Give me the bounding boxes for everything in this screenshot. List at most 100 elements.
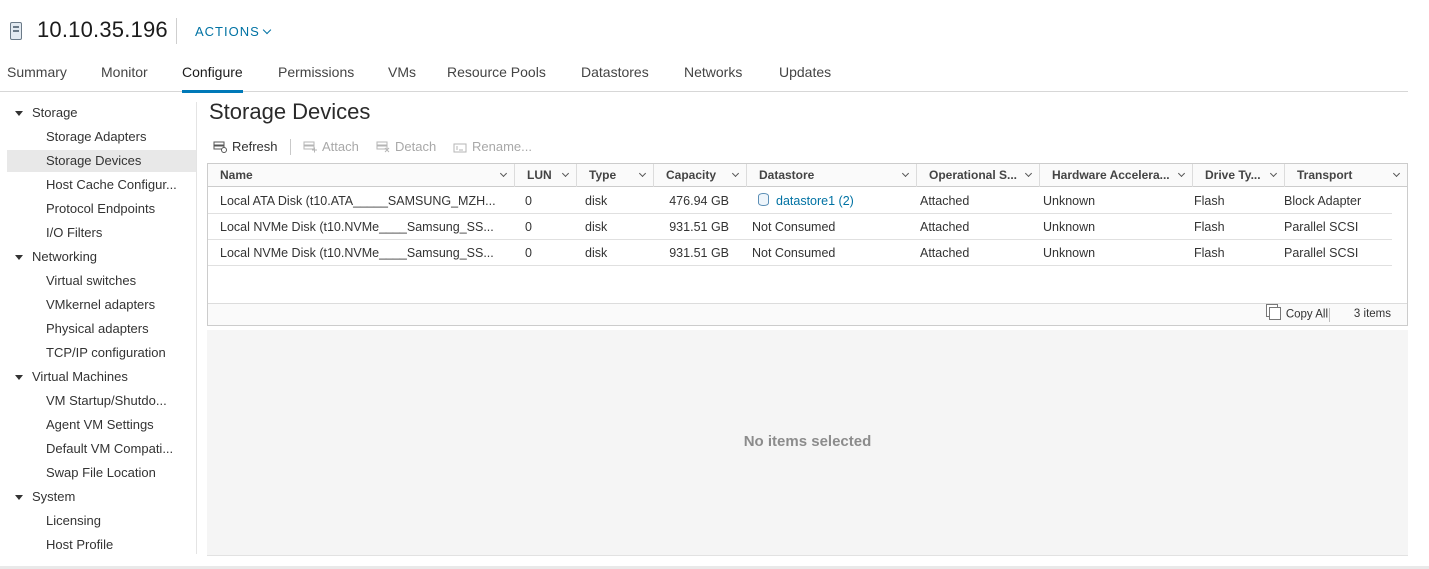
column-header-transport[interactable]: Transport <box>1285 164 1407 187</box>
sidebar-item-storage-adapters[interactable]: Storage Adapters <box>7 126 196 148</box>
column-header-lun[interactable]: LUN <box>515 164 577 187</box>
detach-label: Detach <box>395 139 437 154</box>
attach-label: Attach <box>322 139 359 154</box>
caret-down-icon <box>15 495 23 500</box>
table-row[interactable]: Local NVMe Disk (t10.NVMe____Samsung_SS.… <box>208 214 1392 240</box>
tab-datastores[interactable]: Datastores <box>581 64 649 90</box>
chevron-down-icon <box>1269 169 1278 178</box>
chevron-down-icon <box>731 169 740 178</box>
table-row[interactable]: Local NVMe Disk (t10.NVMe____Samsung_SS.… <box>208 240 1392 266</box>
cell-lun: 0 <box>525 194 532 208</box>
cell-capacity: 476.94 GB <box>669 194 729 208</box>
tab-networks[interactable]: Networks <box>684 64 742 90</box>
title-divider <box>176 18 177 44</box>
cell-lun: 0 <box>525 220 532 234</box>
chevron-down-icon <box>1024 169 1033 178</box>
chevron-down-icon <box>1177 169 1186 178</box>
chevron-down-icon <box>561 169 570 178</box>
chevron-down-icon <box>1392 169 1401 178</box>
cell-hardware-acceleration: Unknown <box>1043 246 1096 260</box>
header: 10.10.35.196 ACTIONS <box>0 0 1429 60</box>
sidebar-item-io-filters[interactable]: I/O Filters <box>7 222 196 244</box>
cell-operational-state: Attached <box>920 194 970 208</box>
column-header-drive-type[interactable]: Drive Ty... <box>1193 164 1285 187</box>
cell-name: Local NVMe Disk (t10.NVMe____Samsung_SS.… <box>220 220 494 234</box>
sidebar-group-virtual-machines[interactable]: Virtual Machines <box>7 366 196 388</box>
sidebar-item-agent-vm-settings[interactable]: Agent VM Settings <box>7 414 196 436</box>
sidebar-item-protocol-endpoints[interactable]: Protocol Endpoints <box>7 198 196 220</box>
cell-type: disk <box>585 246 608 260</box>
tab-configure[interactable]: Configure <box>182 64 243 93</box>
column-header-capacity[interactable]: Capacity <box>654 164 747 187</box>
datastore-link[interactable]: datastore1 (2) <box>776 194 854 208</box>
cell-transport: Parallel SCSI <box>1284 246 1359 260</box>
cell-operational-state: Attached <box>920 246 970 260</box>
sidebar-group-networking[interactable]: Networking <box>7 246 196 268</box>
sidebar-item-physical-adapters[interactable]: Physical adapters <box>7 318 196 340</box>
tab-updates[interactable]: Updates <box>779 64 831 90</box>
refresh-button[interactable]: Refresh <box>213 137 278 159</box>
sidebar-item-label: Virtual Machines <box>32 369 128 384</box>
column-header-label: Hardware Accelera... <box>1052 168 1170 182</box>
chevron-down-icon <box>262 25 272 35</box>
attach-button[interactable]: Attach <box>303 137 359 159</box>
sidebar-item-default-vm-compatibility[interactable]: Default VM Compati... <box>7 438 196 460</box>
tab-permissions[interactable]: Permissions <box>278 64 354 90</box>
sidebar: Storage Storage Adapters Storage Devices… <box>7 102 197 554</box>
column-header-label: Name <box>220 168 253 182</box>
table-row[interactable]: Local ATA Disk (t10.ATA_____SAMSUNG_MZH.… <box>208 188 1392 214</box>
cell-hardware-acceleration: Unknown <box>1043 220 1096 234</box>
sidebar-item-host-cache-configuration[interactable]: Host Cache Configur... <box>7 174 196 196</box>
empty-state-message: No items selected <box>743 433 872 450</box>
copy-all-button[interactable]: Copy All <box>1268 307 1328 321</box>
sidebar-item-label: System <box>32 489 76 504</box>
column-header-type[interactable]: Type <box>577 164 654 187</box>
page-title: 10.10.35.196 <box>37 17 168 42</box>
column-header-datastore[interactable]: Datastore <box>747 164 917 187</box>
datastore-icon <box>758 193 769 207</box>
tab-resource-pools[interactable]: Resource Pools <box>447 64 546 90</box>
table-footer: Copy All 3 items <box>208 303 1407 325</box>
cell-name: Local ATA Disk (t10.ATA_____SAMSUNG_MZH.… <box>220 194 496 208</box>
sidebar-item-vm-startup-shutdown[interactable]: VM Startup/Shutdo... <box>7 390 196 412</box>
sidebar-item-vmkernel-adapters[interactable]: VMkernel adapters <box>7 294 196 316</box>
cell-capacity: 931.51 GB <box>669 246 729 260</box>
tab-monitor[interactable]: Monitor <box>101 64 148 90</box>
sidebar-item-host-profile[interactable]: Host Profile <box>7 534 196 556</box>
sidebar-item-tcpip-configuration[interactable]: TCP/IP configuration <box>7 342 196 364</box>
sidebar-group-storage[interactable]: Storage <box>7 102 196 124</box>
cell-drive-type: Flash <box>1194 194 1225 208</box>
rename-label: Rename... <box>472 139 532 154</box>
details-panel: No items selected <box>207 330 1408 556</box>
caret-down-icon <box>15 375 23 380</box>
actions-menu-button[interactable]: ACTIONS <box>195 24 272 39</box>
sidebar-item-swap-file-location[interactable]: Swap File Location <box>7 462 196 484</box>
detach-button[interactable]: Detach <box>376 137 436 159</box>
tab-summary[interactable]: Summary <box>7 64 67 90</box>
tab-vms[interactable]: VMs <box>388 64 416 90</box>
sidebar-item-storage-devices[interactable]: Storage Devices <box>7 150 196 172</box>
cell-transport: Parallel SCSI <box>1284 220 1359 234</box>
rename-icon <box>453 143 467 153</box>
rename-button[interactable]: Rename... <box>453 137 532 159</box>
cell-drive-type: Flash <box>1194 220 1225 234</box>
section-title: Storage Devices <box>209 99 371 124</box>
table-header: Name LUN Type Capacity Datastore Operati… <box>208 164 1407 187</box>
storage-devices-table: Name LUN Type Capacity Datastore Operati… <box>207 163 1408 326</box>
cell-datastore: Not Consumed <box>752 246 836 260</box>
cell-type: disk <box>585 194 608 208</box>
sidebar-item-licensing[interactable]: Licensing <box>7 510 196 532</box>
tab-bar: Summary Monitor Configure Permissions VM… <box>0 60 1408 93</box>
cell-capacity: 931.51 GB <box>669 220 729 234</box>
caret-down-icon <box>15 255 23 260</box>
sidebar-item-virtual-switches[interactable]: Virtual switches <box>7 270 196 292</box>
column-header-name[interactable]: Name <box>208 164 515 187</box>
item-count: 3 items <box>1353 308 1391 320</box>
column-header-operational-state[interactable]: Operational S... <box>917 164 1040 187</box>
sidebar-group-system[interactable]: System <box>7 486 196 508</box>
chevron-down-icon <box>499 169 508 178</box>
cell-datastore: Not Consumed <box>752 220 836 234</box>
chevron-down-icon <box>638 169 647 178</box>
cell-datastore[interactable]: datastore1 (2) <box>746 188 916 214</box>
column-header-hardware-acceleration[interactable]: Hardware Accelera... <box>1040 164 1193 187</box>
